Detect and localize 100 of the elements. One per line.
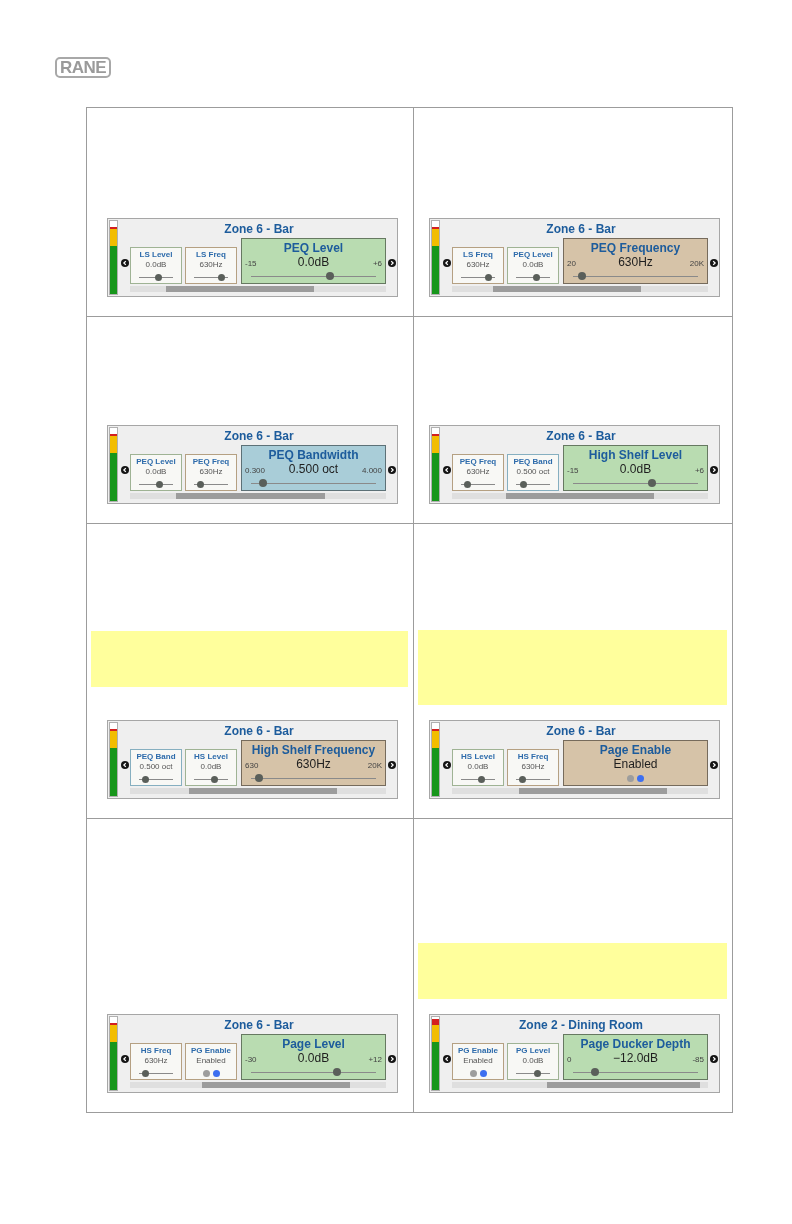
toggle-dots-icon[interactable] (202, 1070, 220, 1077)
slider-track[interactable] (461, 481, 495, 488)
zone-title: Zone 2 - Dining Room (518, 1018, 644, 1032)
slider-knob[interactable] (254, 774, 263, 782)
parameter-card[interactable]: HS Freq 630Hz (130, 1043, 182, 1080)
slider-knob[interactable] (519, 776, 527, 783)
chevron-right-icon[interactable] (388, 466, 396, 474)
parameter-main-card[interactable]: PEQ Bandwidth 0.300 0.500 oct 4.000 (241, 445, 386, 491)
parameter-main-card[interactable]: Page Enable Enabled (563, 740, 708, 786)
slider-knob[interactable] (155, 274, 163, 281)
parameter-label: HS Freq (517, 752, 549, 762)
parameter-card[interactable]: HS Freq 630Hz (507, 749, 559, 786)
chevron-right-icon[interactable] (710, 761, 718, 769)
chevron-right-icon[interactable] (710, 466, 718, 474)
slider-knob[interactable] (520, 481, 528, 488)
slider-track[interactable] (139, 776, 173, 783)
scrollbar-thumb[interactable] (176, 493, 325, 499)
slider-knob[interactable] (532, 274, 540, 281)
range-max-label: 4.000 (361, 466, 382, 476)
chevron-right-icon[interactable] (388, 259, 396, 267)
slider-track[interactable] (139, 1070, 173, 1077)
parameter-card[interactable]: LS Freq 630Hz (185, 247, 237, 284)
chevron-left-icon[interactable] (443, 259, 451, 267)
parameter-value: 0.0dB (619, 462, 652, 476)
slider-knob[interactable] (210, 776, 218, 783)
slider-knob[interactable] (197, 481, 205, 488)
parameter-card[interactable]: PEQ Band 0.500 oct (507, 454, 559, 491)
parameter-card[interactable]: PG Enable Enabled (452, 1043, 504, 1080)
scrollbar-thumb[interactable] (546, 1082, 701, 1088)
slider-knob[interactable] (647, 479, 656, 487)
slider-knob[interactable] (485, 274, 493, 281)
scrollbar-track[interactable] (130, 493, 386, 499)
parameter-main-card[interactable]: Page Level -30 0.0dB +12 (241, 1034, 386, 1080)
parameter-main-card[interactable]: Page Ducker Depth 0 −12.0dB -85 (563, 1034, 708, 1080)
parameter-card[interactable]: PEQ Freq 630Hz (452, 454, 504, 491)
parameter-card[interactable]: LS Freq 630Hz (452, 247, 504, 284)
parameter-main-card[interactable]: High Shelf Frequency 630 630Hz 20K (241, 740, 386, 786)
slider-track[interactable] (516, 776, 550, 783)
slider-knob[interactable] (477, 776, 485, 783)
parameter-value: Enabled (613, 757, 658, 771)
parameter-card[interactable]: HS Level 0.0dB (185, 749, 237, 786)
parameter-value: 0.0dB (145, 467, 167, 477)
slider-knob[interactable] (332, 1068, 341, 1076)
parameter-value: 630Hz (618, 255, 653, 269)
chevron-right-icon[interactable] (388, 1055, 396, 1063)
parameter-card[interactable]: PEQ Band 0.500 oct (130, 749, 182, 786)
parameter-main-card[interactable]: PEQ Frequency 20 630Hz 20K (563, 238, 708, 284)
scrollbar-track[interactable] (452, 1082, 708, 1088)
scrollbar-track[interactable] (452, 788, 708, 794)
parameter-value: 0.0dB (522, 260, 544, 270)
parameter-card[interactable]: PEQ Level 0.0dB (130, 454, 182, 491)
chevron-left-icon[interactable] (121, 259, 129, 267)
slider-knob[interactable] (590, 1068, 599, 1076)
slider-knob[interactable] (218, 274, 226, 281)
slider-track[interactable] (194, 274, 228, 281)
parameter-label: LS Level (139, 250, 173, 260)
scrollbar-track[interactable] (452, 493, 708, 499)
chevron-left-icon[interactable] (443, 466, 451, 474)
parameter-card[interactable]: PEQ Level 0.0dB (507, 247, 559, 284)
scrollbar-thumb[interactable] (188, 788, 338, 794)
parameter-card[interactable]: PG Enable Enabled (185, 1043, 237, 1080)
scrollbar-thumb[interactable] (201, 1082, 351, 1088)
zone-title: Zone 6 - Bar (545, 222, 617, 236)
scrollbar-track[interactable] (130, 788, 386, 794)
zone-title: Zone 6 - Bar (223, 222, 295, 236)
slider-track[interactable] (194, 481, 228, 488)
chevron-right-icon[interactable] (710, 259, 718, 267)
parameter-card[interactable]: PG Level 0.0dB (507, 1043, 559, 1080)
chevron-right-icon[interactable] (710, 1055, 718, 1063)
slider-knob[interactable] (142, 776, 150, 783)
chevron-left-icon[interactable] (121, 1055, 129, 1063)
slider-knob[interactable] (155, 481, 163, 488)
slider-knob[interactable] (464, 481, 472, 488)
scrollbar-track[interactable] (452, 286, 708, 292)
parameter-main-card[interactable]: High Shelf Level -15 0.0dB +6 (563, 445, 708, 491)
scrollbar-thumb[interactable] (505, 493, 655, 499)
parameter-card[interactable]: PEQ Freq 630Hz (185, 454, 237, 491)
zone-title: Zone 6 - Bar (223, 724, 295, 738)
parameter-card[interactable]: HS Level 0.0dB (452, 749, 504, 786)
scrollbar-thumb[interactable] (492, 286, 642, 292)
slider-track[interactable] (461, 274, 495, 281)
toggle-dots-icon[interactable] (469, 1070, 487, 1077)
chevron-left-icon[interactable] (443, 761, 451, 769)
chevron-left-icon[interactable] (443, 1055, 451, 1063)
chevron-left-icon[interactable] (121, 466, 129, 474)
toggle-dots-icon[interactable] (627, 775, 644, 782)
slider-knob[interactable] (534, 1070, 542, 1077)
chevron-left-icon[interactable] (121, 761, 129, 769)
slider-knob[interactable] (325, 272, 334, 280)
scrollbar-thumb[interactable] (165, 286, 315, 292)
slider-knob[interactable] (141, 1070, 149, 1077)
parameter-label: PEQ Band (136, 752, 176, 762)
scrollbar-track[interactable] (130, 286, 386, 292)
slider-knob[interactable] (577, 272, 586, 280)
chevron-right-icon[interactable] (388, 761, 396, 769)
parameter-main-card[interactable]: PEQ Level -15 0.0dB +6 (241, 238, 386, 284)
scrollbar-track[interactable] (130, 1082, 386, 1088)
parameter-card[interactable]: LS Level 0.0dB (130, 247, 182, 284)
slider-knob[interactable] (259, 479, 268, 487)
scrollbar-thumb[interactable] (518, 788, 667, 794)
